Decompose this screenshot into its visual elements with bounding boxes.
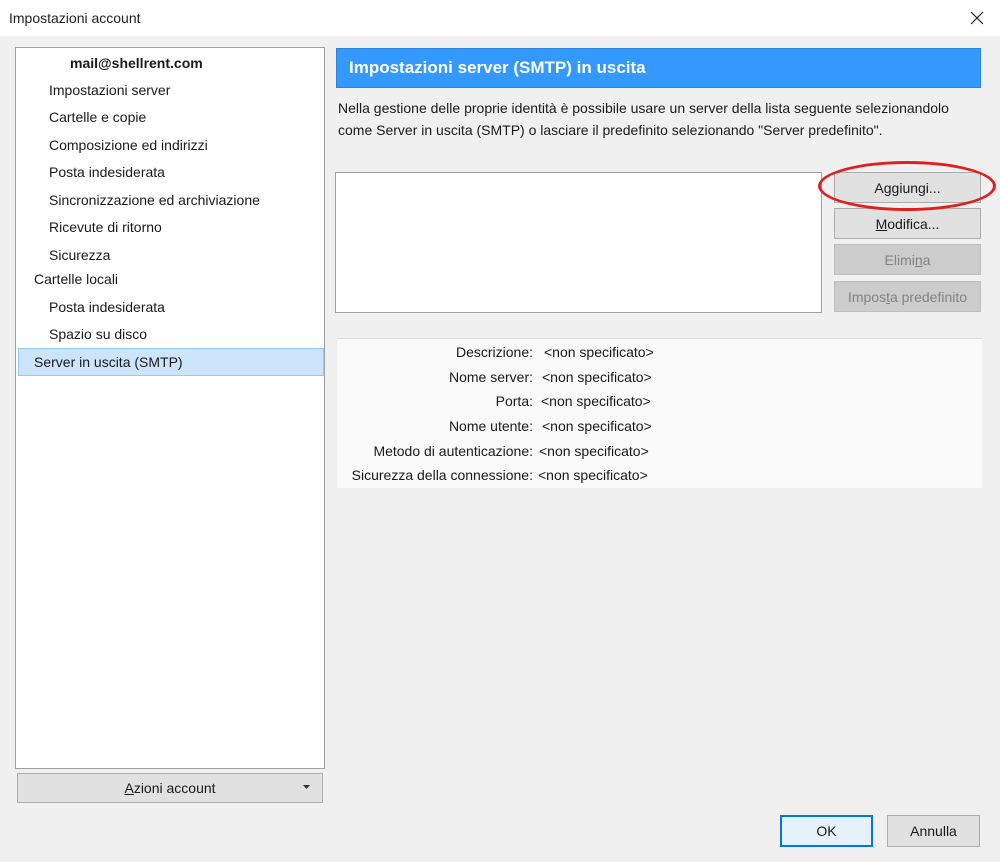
detail-value: <non specificato>	[541, 393, 651, 409]
detail-row: Porta: <non specificato>	[337, 393, 982, 413]
server-details: Descrizione: <non specificato> Nome serv…	[337, 338, 982, 488]
tree-item-label: mail@shellrent.com	[70, 54, 203, 71]
detail-label: Descrizione:	[455, 344, 533, 360]
account-actions-button[interactable]: Azioni account	[17, 773, 323, 803]
tree-item-label: Impostazioni server	[49, 81, 171, 98]
detail-label: Sicurezza della connessione:	[351, 467, 533, 483]
detail-label: Porta:	[495, 393, 533, 409]
delete-button-label: Elimina	[884, 251, 931, 268]
smtp-server-list[interactable]	[335, 172, 822, 313]
account-settings-window: Impostazioni account mail@shellrent.com …	[0, 0, 1000, 862]
tree-item-label: Cartelle locali	[34, 270, 119, 287]
tree-item-local-junk[interactable]: Posta indesiderata	[16, 293, 324, 320]
panel-header: Impostazioni server (SMTP) in uscita	[336, 48, 981, 88]
tree-item-sync[interactable]: Sincronizzazione ed archiviazione	[16, 186, 324, 213]
edit-button[interactable]: Modifica...	[834, 208, 981, 239]
tree-item-label: Spazio su disco	[49, 325, 148, 342]
tree-item-label: Ricevute di ritorno	[49, 218, 162, 235]
tree-item-label: Cartelle e copie	[49, 108, 147, 125]
tree-item-receipts[interactable]: Ricevute di ritorno	[16, 213, 324, 240]
tree-item-label: Sicurezza	[49, 246, 111, 263]
close-icon	[970, 11, 984, 25]
delete-button[interactable]: Elimina	[834, 244, 981, 275]
tree-item-disk-space[interactable]: Spazio su disco	[16, 320, 324, 347]
account-tree[interactable]: mail@shellrent.com Impostazioni server C…	[15, 47, 325, 769]
account-actions-label: Azioni account	[124, 780, 216, 796]
tree-item-local-folders[interactable]: Cartelle locali	[16, 265, 324, 292]
tree-item-label: Sincronizzazione ed archiviazione	[49, 191, 260, 208]
panel-title: Impostazioni server (SMTP) in uscita	[349, 58, 646, 77]
tree-item-label: Server in uscita (SMTP)	[34, 354, 183, 370]
detail-label: Nome server:	[448, 369, 533, 385]
tree-item-smtp[interactable]: Server in uscita (SMTP)	[18, 348, 324, 376]
tree-item-server-settings[interactable]: Impostazioni server	[16, 76, 324, 103]
title-bar: Impostazioni account	[0, 0, 1000, 36]
panel-description: Nella gestione delle proprie identità è …	[338, 100, 949, 138]
detail-value: <non specificato>	[544, 344, 654, 360]
set-default-button[interactable]: Imposta predefinito	[834, 281, 981, 312]
detail-row: Descrizione: <non specificato>	[337, 344, 982, 364]
tree-item-label: Posta indesiderata	[49, 298, 165, 315]
tree-item-folders-copies[interactable]: Cartelle e copie	[16, 103, 324, 130]
add-button-label: Aggiungi...	[874, 179, 941, 196]
ok-button[interactable]: OK	[780, 815, 873, 847]
tree-item-label: Posta indesiderata	[49, 163, 165, 180]
detail-value: <non specificato>	[538, 467, 648, 483]
detail-value: <non specificato>	[539, 443, 649, 459]
edit-button-label: Modifica...	[875, 215, 940, 232]
detail-row: Nome server: <non specificato>	[337, 369, 982, 389]
detail-label: Nome utente:	[448, 418, 533, 434]
add-button[interactable]: Aggiungi...	[834, 172, 981, 203]
detail-label: Metodo di autenticazione:	[373, 443, 533, 459]
tree-item-label: Composizione ed indirizzi	[49, 136, 208, 153]
detail-row: Sicurezza della connessione: <non specif…	[337, 467, 982, 487]
tree-item-security[interactable]: Sicurezza	[16, 241, 324, 268]
dropdown-arrow-icon	[303, 785, 310, 789]
detail-row: Nome utente: <non specificato>	[337, 418, 982, 438]
detail-value: <non specificato>	[542, 369, 652, 385]
cancel-button[interactable]: Annulla	[887, 815, 980, 847]
window-title: Impostazioni account	[9, 10, 141, 26]
tree-item-account[interactable]: mail@shellrent.com	[16, 49, 324, 76]
close-button[interactable]	[954, 0, 1000, 36]
set-default-button-label: Imposta predefinito	[847, 288, 968, 305]
detail-row: Metodo di autenticazione: <non specifica…	[337, 443, 982, 463]
tree-item-composition[interactable]: Composizione ed indirizzi	[16, 131, 324, 158]
detail-value: <non specificato>	[542, 418, 652, 434]
tree-item-junk[interactable]: Posta indesiderata	[16, 158, 324, 185]
